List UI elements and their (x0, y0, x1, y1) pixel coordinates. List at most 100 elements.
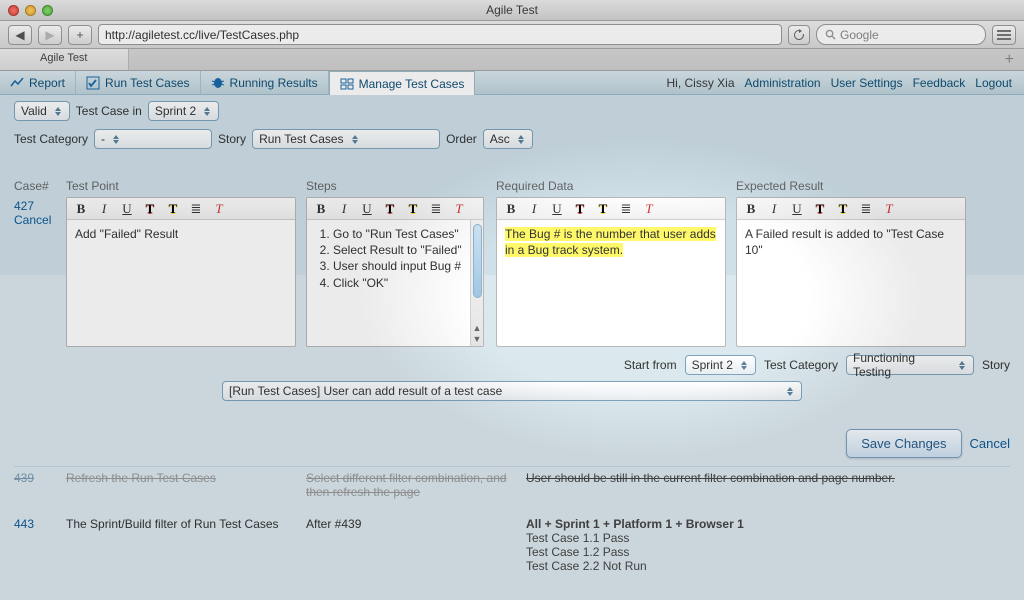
tab-manage-label: Manage Test Cases (359, 77, 465, 91)
valid-select[interactable]: Valid (14, 101, 70, 121)
page-menu-button[interactable] (992, 25, 1016, 45)
editor-required-data-body[interactable]: The Bug # is the number that user adds i… (497, 220, 725, 346)
editor-expected-body[interactable]: A Failed result is added to "Test Case 1… (737, 220, 965, 346)
col-testpoint: Test Point (66, 179, 306, 193)
reload-button[interactable] (788, 25, 810, 45)
underline-button[interactable]: U (549, 201, 565, 217)
highlight-button[interactable]: T (835, 201, 851, 217)
clear-format-button[interactable]: T (881, 201, 897, 217)
list-steps: Select different filter combination, and… (306, 471, 526, 499)
browser-search-field[interactable]: Google (816, 24, 986, 45)
underline-button[interactable]: U (789, 201, 805, 217)
tab-running-results[interactable]: Running Results (201, 71, 329, 94)
new-tab-button[interactable]: + (995, 49, 1024, 70)
list-expected-line: Test Case 1.1 Pass (526, 531, 629, 545)
scroll-up-button[interactable]: ▲ (472, 322, 483, 333)
tab-manage-test-cases[interactable]: Manage Test Cases (329, 71, 476, 95)
italic-button[interactable]: I (766, 201, 782, 217)
scroll-down-button[interactable]: ▼ (472, 333, 483, 344)
link-administration[interactable]: Administration (745, 76, 821, 90)
highlight-button[interactable]: T (405, 201, 421, 217)
highlight-button[interactable]: T (595, 201, 611, 217)
scrollbar-thumb[interactable] (473, 224, 482, 298)
save-changes-button[interactable]: Save Changes (846, 429, 961, 458)
after-category-select[interactable]: Functioning Testing (846, 355, 974, 375)
col-reqdata: Required Data (496, 179, 736, 193)
editor-steps-body[interactable]: Go to "Run Test Cases" Select Result to … (307, 220, 483, 346)
steps-scrollbar[interactable]: ▲ ▼ (470, 220, 483, 346)
list-expected-head: All + Sprint 1 + Platform 1 + Browser 1 (526, 517, 744, 531)
bold-button[interactable]: B (503, 201, 519, 217)
col-case: Case# (14, 179, 66, 193)
list-expected: All + Sprint 1 + Platform 1 + Browser 1 … (526, 517, 976, 573)
italic-button[interactable]: I (96, 201, 112, 217)
chevron-updown-icon (783, 384, 797, 398)
highlight-button[interactable]: T (165, 201, 181, 217)
back-button[interactable]: ◀ (8, 25, 32, 45)
browser-tab-agiletest[interactable]: Agile Test (0, 49, 129, 70)
textcolor-button[interactable]: T (572, 201, 588, 217)
search-placeholder: Google (840, 28, 879, 42)
filter-category-label: Test Category (14, 132, 88, 146)
textcolor-button[interactable]: T (142, 201, 158, 217)
clear-format-button[interactable]: T (641, 201, 657, 217)
case-id-link[interactable]: 427 (14, 199, 66, 213)
italic-button[interactable]: I (336, 201, 352, 217)
bold-button[interactable]: B (73, 201, 89, 217)
case-id-cell: 427 Cancel (14, 197, 66, 227)
link-logout[interactable]: Logout (975, 76, 1012, 90)
tab-run-test-cases[interactable]: Run Test Cases (76, 71, 201, 94)
case-cancel-link[interactable]: Cancel (14, 213, 66, 227)
user-links: Hi, Cissy Xia Administration User Settin… (667, 71, 1024, 94)
order-select[interactable]: Asc (483, 129, 533, 149)
bold-button[interactable]: B (743, 201, 759, 217)
story-combo[interactable]: [Run Test Cases] User can add result of … (222, 381, 802, 401)
forward-button[interactable]: ▶ (38, 25, 62, 45)
category-select[interactable]: - (94, 129, 212, 149)
sprint-select[interactable]: Sprint 2 (148, 101, 219, 121)
action-buttons: Save Changes Cancel (14, 429, 1010, 458)
clear-format-button[interactable]: T (451, 201, 467, 217)
clear-format-button[interactable]: T (211, 201, 227, 217)
app-nav: Report Run Test Cases Running Results Ma… (0, 71, 1024, 95)
link-feedback[interactable]: Feedback (913, 76, 966, 90)
run-icon (86, 76, 100, 90)
add-bookmark-button[interactable]: + (68, 25, 92, 45)
step-item: User should input Bug # (333, 258, 475, 274)
bullets-button[interactable] (428, 201, 444, 217)
list-row: 443 The Sprint/Build filter of Run Test … (14, 513, 1010, 577)
start-from-select[interactable]: Sprint 2 (685, 355, 756, 375)
link-user-settings[interactable]: User Settings (831, 76, 903, 90)
bullets-button[interactable] (188, 201, 204, 217)
textcolor-button[interactable]: T (812, 201, 828, 217)
steps-list: Go to "Run Test Cases" Select Result to … (315, 226, 475, 291)
url-field[interactable]: http://agiletest.cc/live/TestCases.php (98, 24, 782, 45)
tab-report[interactable]: Report (0, 71, 76, 94)
bullets-button[interactable] (618, 201, 634, 217)
filter-row-2: Test Category - Story Run Test Cases Ord… (14, 129, 1010, 149)
underline-button[interactable]: U (119, 201, 135, 217)
page-menu-icon (997, 30, 1011, 40)
tab-report-label: Report (29, 76, 65, 90)
url-text: http://agiletest.cc/live/TestCases.php (105, 28, 299, 42)
col-steps: Steps (306, 179, 496, 193)
bold-button[interactable]: B (313, 201, 329, 217)
cancel-link[interactable]: Cancel (970, 436, 1010, 451)
filter-order-label: Order (446, 132, 477, 146)
col-expected: Expected Result (736, 179, 976, 193)
italic-button[interactable]: I (526, 201, 542, 217)
list-testpoint: The Sprint/Build filter of Run Test Case… (66, 517, 306, 573)
editor-expected: B I U T T T A Failed result is added to … (736, 197, 966, 347)
list-case-id[interactable]: 439 (14, 471, 66, 499)
after-category-label: Test Category (764, 358, 838, 372)
bullets-button[interactable] (858, 201, 874, 217)
underline-button[interactable]: U (359, 201, 375, 217)
chevron-updown-icon (109, 132, 123, 146)
story-select[interactable]: Run Test Cases (252, 129, 440, 149)
editor-testpoint-body[interactable]: Add "Failed" Result (67, 220, 295, 346)
editor-testpoint: B I U T T T Add "Failed" Result (66, 197, 296, 347)
textcolor-button[interactable]: T (382, 201, 398, 217)
window-title: Agile Test (0, 3, 1024, 17)
grid-header: Case# Test Point Steps Required Data Exp… (14, 179, 1010, 197)
list-case-id[interactable]: 443 (14, 517, 66, 573)
